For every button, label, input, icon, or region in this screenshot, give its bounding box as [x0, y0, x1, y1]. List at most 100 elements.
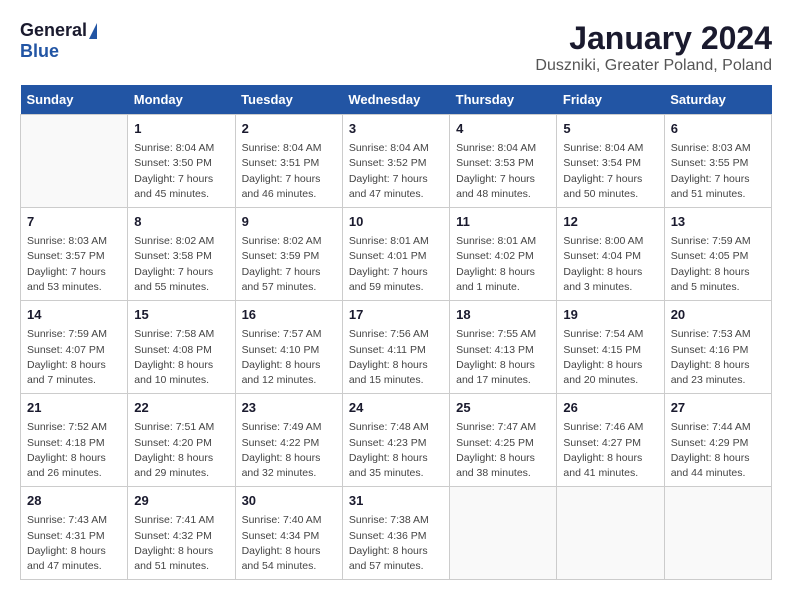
day-number: 28 [27, 492, 121, 510]
day-info: Sunrise: 8:04 AMSunset: 3:54 PMDaylight:… [563, 141, 657, 202]
calendar-cell: 21 Sunrise: 7:52 AMSunset: 4:18 PMDayligh… [21, 394, 128, 487]
calendar-cell: 5 Sunrise: 8:04 AMSunset: 3:54 PMDaylight… [557, 115, 664, 208]
calendar-cell: 8 Sunrise: 8:02 AMSunset: 3:58 PMDaylight… [128, 208, 235, 301]
day-number: 14 [27, 306, 121, 324]
page-title: January 2024 [535, 20, 772, 57]
calendar-cell: 31 Sunrise: 7:38 AMSunset: 4:36 PMDayligh… [342, 487, 449, 580]
weekday-header-friday: Friday [557, 85, 664, 115]
day-number: 17 [349, 306, 443, 324]
calendar-cell: 3 Sunrise: 8:04 AMSunset: 3:52 PMDaylight… [342, 115, 449, 208]
day-info: Sunrise: 7:54 AMSunset: 4:15 PMDaylight:… [563, 327, 657, 388]
day-info: Sunrise: 8:04 AMSunset: 3:50 PMDaylight:… [134, 141, 228, 202]
calendar-cell: 22 Sunrise: 7:51 AMSunset: 4:20 PMDayligh… [128, 394, 235, 487]
day-info: Sunrise: 7:51 AMSunset: 4:20 PMDaylight:… [134, 420, 228, 481]
day-info: Sunrise: 7:47 AMSunset: 4:25 PMDaylight:… [456, 420, 550, 481]
calendar-cell: 17 Sunrise: 7:56 AMSunset: 4:11 PMDayligh… [342, 301, 449, 394]
calendar-cell: 23Sunrise: 7:49 AMSunset: 4:22 PMDayligh… [235, 394, 342, 487]
calendar-cell [557, 487, 664, 580]
calendar-week-3: 14 Sunrise: 7:59 AMSunset: 4:07 PMDayligh… [21, 301, 772, 394]
day-number: 27 [671, 399, 765, 417]
day-info: Sunrise: 7:46 AMSunset: 4:27 PMDaylight:… [563, 420, 657, 481]
day-number: 11 [456, 213, 550, 231]
calendar-cell: 13Sunrise: 7:59 AMSunset: 4:05 PMDayligh… [664, 208, 771, 301]
day-number: 31 [349, 492, 443, 510]
day-info: Sunrise: 8:00 AMSunset: 4:04 PMDaylight:… [563, 234, 657, 295]
day-number: 3 [349, 120, 443, 138]
weekday-header-sunday: Sunday [21, 85, 128, 115]
day-info: Sunrise: 7:56 AMSunset: 4:11 PMDaylight:… [349, 327, 443, 388]
day-number: 5 [563, 120, 657, 138]
calendar-cell: 14 Sunrise: 7:59 AMSunset: 4:07 PMDayligh… [21, 301, 128, 394]
calendar-cell: 9 Sunrise: 8:02 AMSunset: 3:59 PMDaylight… [235, 208, 342, 301]
calendar-cell: 12Sunrise: 8:00 AMSunset: 4:04 PMDayligh… [557, 208, 664, 301]
page-subtitle: Duszniki, Greater Poland, Poland [535, 57, 772, 75]
day-info: Sunrise: 7:44 AMSunset: 4:29 PMDaylight:… [671, 420, 765, 481]
day-info: Sunrise: 8:02 AMSunset: 3:58 PMDaylight:… [134, 234, 228, 295]
day-info: Sunrise: 8:03 AMSunset: 3:55 PMDaylight:… [671, 141, 765, 202]
day-info: Sunrise: 7:59 AMSunset: 4:05 PMDaylight:… [671, 234, 765, 295]
calendar-cell: 16Sunrise: 7:57 AMSunset: 4:10 PMDayligh… [235, 301, 342, 394]
calendar-cell: 2Sunrise: 8:04 AMSunset: 3:51 PMDaylight… [235, 115, 342, 208]
day-info: Sunrise: 7:40 AMSunset: 4:34 PMDaylight:… [242, 513, 336, 574]
weekday-header-wednesday: Wednesday [342, 85, 449, 115]
day-number: 15 [134, 306, 228, 324]
logo-general: General [20, 20, 87, 41]
day-number: 7 [27, 213, 121, 231]
calendar-cell: 26 Sunrise: 7:46 AMSunset: 4:27 PMDayligh… [557, 394, 664, 487]
logo-blue: Blue [20, 41, 59, 62]
day-number: 6 [671, 120, 765, 138]
calendar-cell [664, 487, 771, 580]
day-number: 20 [671, 306, 765, 324]
calendar-cell: 29 Sunrise: 7:41 AMSunset: 4:32 PMDayligh… [128, 487, 235, 580]
day-number: 2 [242, 120, 336, 138]
title-area: January 2024 Duszniki, Greater Poland, P… [535, 20, 772, 75]
calendar-cell [450, 487, 557, 580]
day-number: 9 [242, 213, 336, 231]
calendar-cell: 6 Sunrise: 8:03 AMSunset: 3:55 PMDaylight… [664, 115, 771, 208]
day-number: 8 [134, 213, 228, 231]
calendar-cell: 15 Sunrise: 7:58 AMSunset: 4:08 PMDayligh… [128, 301, 235, 394]
day-info: Sunrise: 7:41 AMSunset: 4:32 PMDaylight:… [134, 513, 228, 574]
weekday-header-row: SundayMondayTuesdayWednesdayThursdayFrid… [21, 85, 772, 115]
calendar-cell: 11Sunrise: 8:01 AMSunset: 4:02 PMDayligh… [450, 208, 557, 301]
day-info: Sunrise: 7:38 AMSunset: 4:36 PMDaylight:… [349, 513, 443, 574]
calendar-week-4: 21 Sunrise: 7:52 AMSunset: 4:18 PMDayligh… [21, 394, 772, 487]
day-number: 23 [242, 399, 336, 417]
day-number: 18 [456, 306, 550, 324]
day-info: Sunrise: 8:04 AMSunset: 3:53 PMDaylight:… [456, 141, 550, 202]
day-info: Sunrise: 7:53 AMSunset: 4:16 PMDaylight:… [671, 327, 765, 388]
calendar-cell: 30 Sunrise: 7:40 AMSunset: 4:34 PMDayligh… [235, 487, 342, 580]
calendar-cell: 10Sunrise: 8:01 AMSunset: 4:01 PMDayligh… [342, 208, 449, 301]
day-number: 4 [456, 120, 550, 138]
day-info: Sunrise: 7:58 AMSunset: 4:08 PMDaylight:… [134, 327, 228, 388]
day-number: 26 [563, 399, 657, 417]
calendar-cell [21, 115, 128, 208]
day-number: 24 [349, 399, 443, 417]
day-number: 30 [242, 492, 336, 510]
calendar-table: SundayMondayTuesdayWednesdayThursdayFrid… [20, 85, 772, 580]
calendar-cell: 7 Sunrise: 8:03 AMSunset: 3:57 PMDaylight… [21, 208, 128, 301]
calendar-cell: 18Sunrise: 7:55 AMSunset: 4:13 PMDayligh… [450, 301, 557, 394]
weekday-header-thursday: Thursday [450, 85, 557, 115]
day-info: Sunrise: 7:59 AMSunset: 4:07 PMDaylight:… [27, 327, 121, 388]
day-info: Sunrise: 7:52 AMSunset: 4:18 PMDaylight:… [27, 420, 121, 481]
calendar-cell: 20 Sunrise: 7:53 AMSunset: 4:16 PMDayligh… [664, 301, 771, 394]
day-info: Sunrise: 8:04 AMSunset: 3:52 PMDaylight:… [349, 141, 443, 202]
calendar-cell: 4 Sunrise: 8:04 AMSunset: 3:53 PMDaylight… [450, 115, 557, 208]
calendar-cell: 1Sunrise: 8:04 AMSunset: 3:50 PMDaylight… [128, 115, 235, 208]
day-number: 22 [134, 399, 228, 417]
day-number: 16 [242, 306, 336, 324]
day-number: 21 [27, 399, 121, 417]
calendar-cell: 27 Sunrise: 7:44 AMSunset: 4:29 PMDayligh… [664, 394, 771, 487]
weekday-header-monday: Monday [128, 85, 235, 115]
weekday-header-saturday: Saturday [664, 85, 771, 115]
logo: General Blue [20, 20, 97, 62]
day-info: Sunrise: 8:02 AMSunset: 3:59 PMDaylight:… [242, 234, 336, 295]
day-info: Sunrise: 7:43 AMSunset: 4:31 PMDaylight:… [27, 513, 121, 574]
calendar-week-1: 1Sunrise: 8:04 AMSunset: 3:50 PMDaylight… [21, 115, 772, 208]
day-number: 19 [563, 306, 657, 324]
day-number: 29 [134, 492, 228, 510]
calendar-cell: 25Sunrise: 7:47 AMSunset: 4:25 PMDayligh… [450, 394, 557, 487]
calendar-week-2: 7 Sunrise: 8:03 AMSunset: 3:57 PMDaylight… [21, 208, 772, 301]
day-info: Sunrise: 8:03 AMSunset: 3:57 PMDaylight:… [27, 234, 121, 295]
